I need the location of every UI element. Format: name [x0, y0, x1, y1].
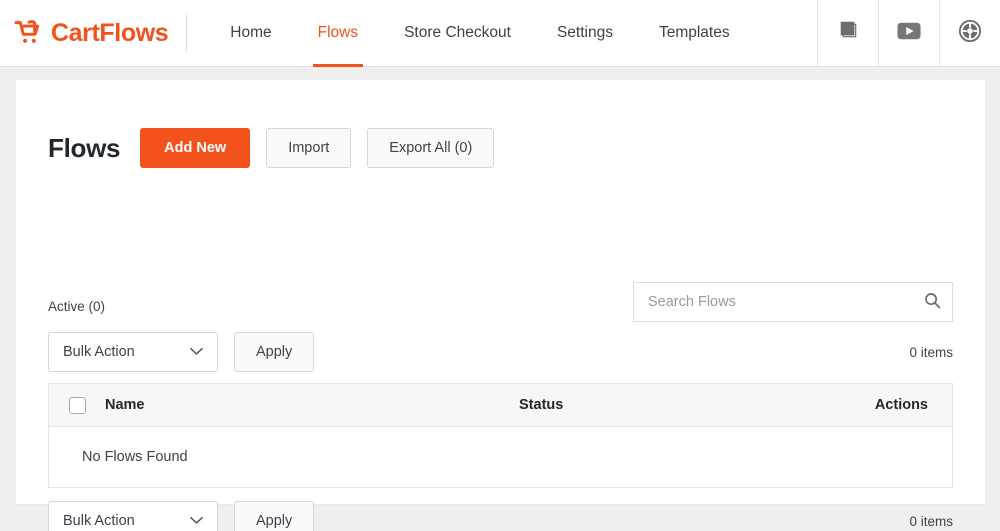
chevron-down-icon — [190, 512, 203, 530]
nav-item-home[interactable]: Home — [207, 0, 294, 66]
table-empty-row: No Flows Found — [49, 427, 952, 487]
app-header: CartFlows Home Flows Store Checkout Sett… — [0, 0, 1000, 67]
empty-message: No Flows Found — [82, 449, 188, 465]
brand-logo[interactable]: CartFlows — [0, 0, 186, 66]
bulk-action-select-value: Bulk Action — [63, 513, 135, 529]
import-button[interactable]: Import — [266, 128, 352, 168]
nav-label: Flows — [317, 24, 359, 41]
nav-item-settings[interactable]: Settings — [534, 0, 636, 66]
column-header-actions: Actions — [874, 397, 928, 413]
docs-button[interactable] — [817, 0, 878, 66]
active-filter-label[interactable]: Active (0) — [48, 299, 105, 314]
support-button[interactable] — [939, 0, 1000, 66]
column-header-name: Name — [105, 397, 145, 413]
chevron-down-icon — [190, 343, 203, 361]
main-nav: Home Flows Store Checkout Settings Templ… — [187, 0, 753, 67]
nav-label: Templates — [658, 24, 730, 41]
header-icon-group — [817, 0, 1000, 66]
header-spacer — [753, 0, 817, 66]
bulk-action-row-top: Bulk Action Apply 0 items — [48, 332, 953, 372]
apply-button-top[interactable]: Apply — [234, 332, 315, 372]
youtube-play-icon — [897, 22, 921, 45]
brand-name: CartFlows — [51, 18, 169, 47]
page-header-row: Flows Add New Import Export All (0) — [48, 128, 495, 168]
add-new-button[interactable]: Add New — [140, 128, 251, 168]
support-lifering-icon — [958, 19, 982, 48]
search-submit-button[interactable] — [912, 283, 952, 321]
search-icon — [924, 292, 941, 312]
export-all-button[interactable]: Export All (0) — [367, 128, 495, 168]
page-title: Flows — [48, 132, 121, 163]
select-all-cell — [49, 396, 105, 414]
apply-button-bottom[interactable]: Apply — [234, 501, 315, 531]
nav-label: Store Checkout — [404, 24, 511, 41]
select-all-checkbox[interactable] — [68, 396, 86, 414]
bulk-action-select-value: Bulk Action — [63, 344, 135, 360]
nav-item-flows[interactable]: Flows — [295, 0, 381, 67]
video-tutorials-button[interactable] — [878, 0, 939, 66]
search-flows-box — [633, 282, 953, 322]
bulk-action-row-bottom: Bulk Action Apply 0 items — [48, 501, 953, 531]
docs-book-icon — [838, 20, 859, 46]
items-count-bottom: 0 items — [909, 513, 953, 529]
flows-panel: Flows Add New Import Export All (0) Acti… — [16, 80, 985, 531]
bulk-action-select-top[interactable]: Bulk Action — [48, 332, 218, 372]
cartflows-admin-page: CartFlows Home Flows Store Checkout Sett… — [0, 0, 1000, 531]
column-header-status: Status — [519, 397, 564, 413]
nav-label: Settings — [556, 24, 613, 41]
cart-f-icon — [14, 20, 44, 46]
search-input[interactable] — [634, 283, 912, 321]
nav-label: Home — [230, 24, 272, 41]
items-count-top: 0 items — [909, 344, 953, 360]
flows-table: Name Status Actions No Flows Found — [48, 383, 953, 488]
bulk-action-select-bottom[interactable]: Bulk Action — [48, 501, 218, 531]
nav-item-store-checkout[interactable]: Store Checkout — [381, 0, 534, 66]
nav-item-templates[interactable]: Templates — [636, 0, 753, 66]
table-header-row: Name Status Actions — [49, 384, 952, 427]
